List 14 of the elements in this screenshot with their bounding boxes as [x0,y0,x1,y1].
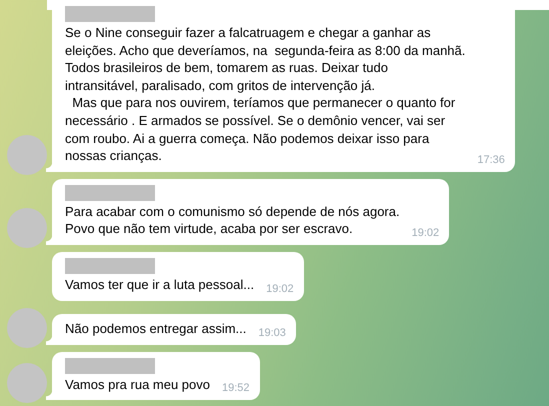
avatar[interactable] [7,308,47,348]
avatar[interactable] [7,208,47,248]
message-time: 17:36 [477,154,505,166]
message-text: Para acabar com o comunismo só depende de nós agora. Povo que não tem virtude, acaba por ser escravo. [65,204,400,236]
message-text: Vamos pra rua meu povo [65,376,210,392]
message-time: 19:02 [266,282,294,295]
avatar[interactable] [7,134,47,175]
avatar[interactable] [7,363,47,404]
message-text: Vamos ter que ir a luta pessoal... [65,276,254,292]
message-text: Não podemos entregar assim... [65,320,246,336]
message-time: 19:03 [258,326,286,339]
message-text: Se o Nine conseguir fazer a falcatruagem e chegar a ganhar as eleições. Acho que deveríamos, na segunda-feira as 8:00 da manhã. Todos brasileiros de bem, tomarem as ruas. Deixar tudo intransitável, paralisado, com gritos de intervenção já. Mas que para nos ouvirem, teríamos que permanecer o quanto for necessário . E armados se possível. Se o demônio vencer, vai ser com roubo. Ai a guerra começa. Não podemos deixar isso para nossas crianças. [65,25,466,164]
message-time: 19:52 [222,382,250,394]
message-time: 19:02 [412,226,440,239]
